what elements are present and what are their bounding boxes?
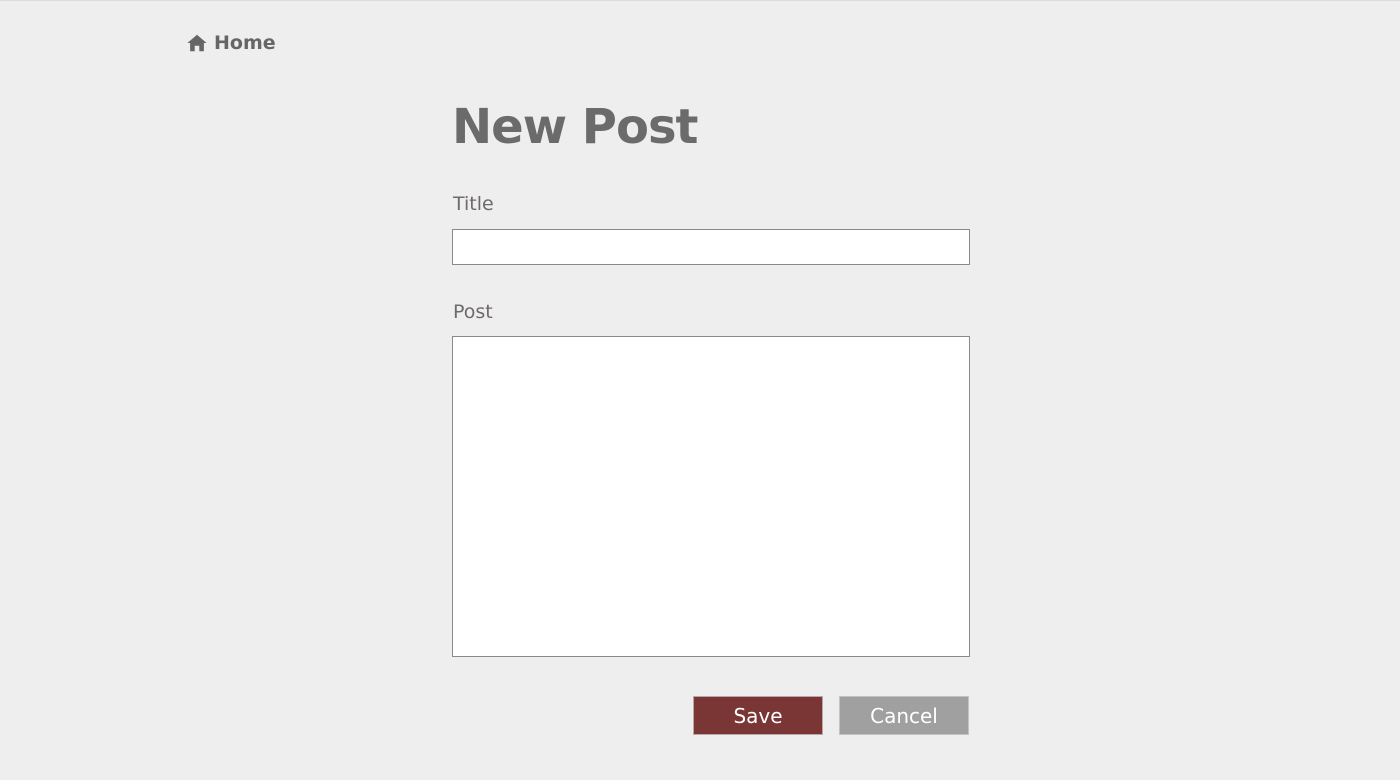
post-textarea[interactable] — [452, 336, 970, 657]
home-link-label: Home — [214, 32, 276, 54]
title-label: Title — [453, 193, 494, 215]
title-input[interactable] — [452, 229, 970, 265]
home-icon — [186, 32, 208, 54]
home-link[interactable]: Home — [186, 32, 276, 54]
save-button[interactable]: Save — [693, 696, 823, 735]
post-label: Post — [453, 301, 493, 323]
cancel-button[interactable]: Cancel — [839, 696, 969, 735]
page-title: New Post — [452, 99, 698, 155]
